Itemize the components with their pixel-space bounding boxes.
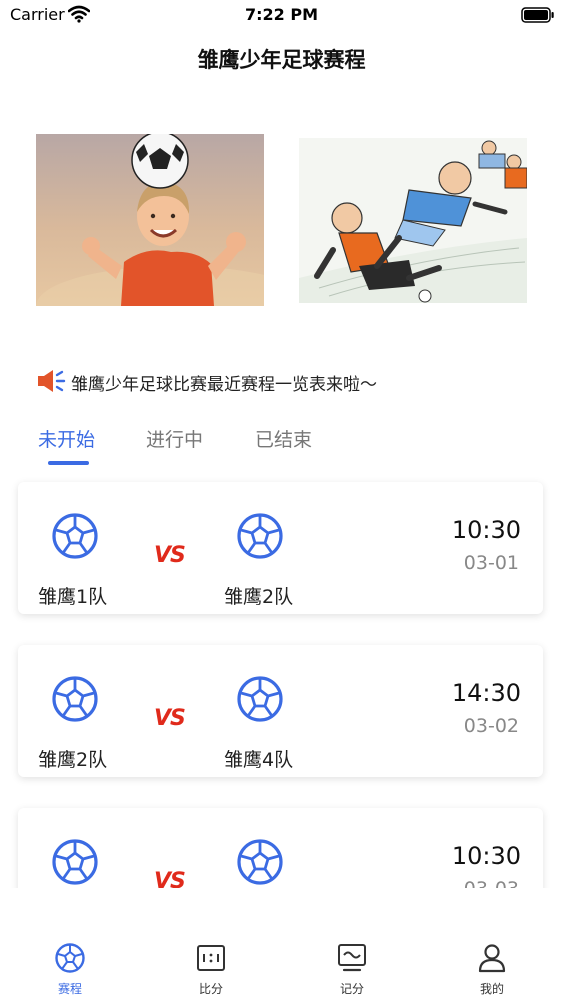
match-time: 10:30: [451, 842, 521, 870]
notice-text: 雏鹰少年足球比赛最近赛程一览表来啦～: [71, 375, 377, 395]
football-icon: [237, 839, 283, 885]
tabbar-item-record[interactable]: 记分: [312, 942, 392, 997]
status-time: 7:22 PM: [244, 5, 318, 24]
bottom-tab-bar: 赛程 比分 记分 我的: [0, 930, 563, 1000]
football-icon: [52, 513, 98, 559]
status-tabs: 未开始 进行中 已结束: [0, 420, 563, 470]
match-date: 03-02: [463, 715, 519, 737]
active-tab-indicator: [48, 461, 89, 465]
battery-icon: [521, 7, 554, 23]
football-icon: [52, 839, 98, 885]
vs-label: VS: [154, 869, 186, 888]
user-icon: [478, 944, 506, 973]
tabbar-label: 记分: [339, 982, 364, 996]
banner-image-kid-heading-ball[interactable]: [36, 134, 264, 306]
match-list[interactable]: VS 雏鹰1队 雏鹰2队 10:30 03-01 VS 雏鹰2队 雏鹰4队 14…: [0, 470, 563, 888]
match-date: 03-01: [463, 552, 519, 574]
notice-bar[interactable]: 雏鹰少年足球比赛最近赛程一览表来啦～: [36, 366, 556, 396]
tabbar-item-schedule[interactable]: 赛程: [30, 942, 110, 997]
match-time: 14:30: [451, 679, 521, 707]
home-team-name: 雏鹰2队: [38, 749, 108, 771]
away-team-name: 雏鹰2队: [224, 586, 294, 608]
match-card[interactable]: VS 雏鹰2队 雏鹰4队 14:30 03-02: [18, 645, 543, 777]
speaker-icon: [38, 370, 66, 392]
tabbar-item-mine[interactable]: 我的: [452, 942, 532, 997]
away-team-name: 雏鹰4队: [224, 749, 294, 771]
banner-image-cartoon-players[interactable]: [299, 138, 527, 303]
football-icon: [55, 943, 85, 973]
match-time: 10:30: [451, 516, 521, 544]
status-bar: Carrier 7:22 PM: [0, 0, 563, 30]
home-team-name: 雏鹰1队: [38, 586, 108, 608]
tabbar-item-score[interactable]: 比分: [171, 942, 251, 997]
match-card[interactable]: VS 10:30 03-03: [18, 808, 543, 888]
tabbar-label: 比分: [198, 982, 223, 996]
football-icon: [237, 676, 283, 722]
scoreboard-icon: [197, 945, 225, 971]
vs-label: VS: [154, 543, 186, 568]
vs-label: VS: [154, 706, 186, 731]
page-title: 雏鹰少年足球赛程: [197, 48, 366, 72]
tab-not-started[interactable]: 未开始: [38, 425, 95, 452]
match-card[interactable]: VS 雏鹰1队 雏鹰2队 10:30 03-01: [18, 482, 543, 614]
monitor-icon: [338, 944, 366, 972]
tabbar-label: 赛程: [57, 982, 82, 996]
football-icon: [52, 676, 98, 722]
tab-in-progress[interactable]: 进行中: [146, 425, 203, 452]
tabbar-label: 我的: [479, 982, 504, 996]
match-date: 03-03: [464, 878, 519, 888]
football-icon: [237, 513, 283, 559]
tab-finished[interactable]: 已结束: [255, 425, 312, 452]
